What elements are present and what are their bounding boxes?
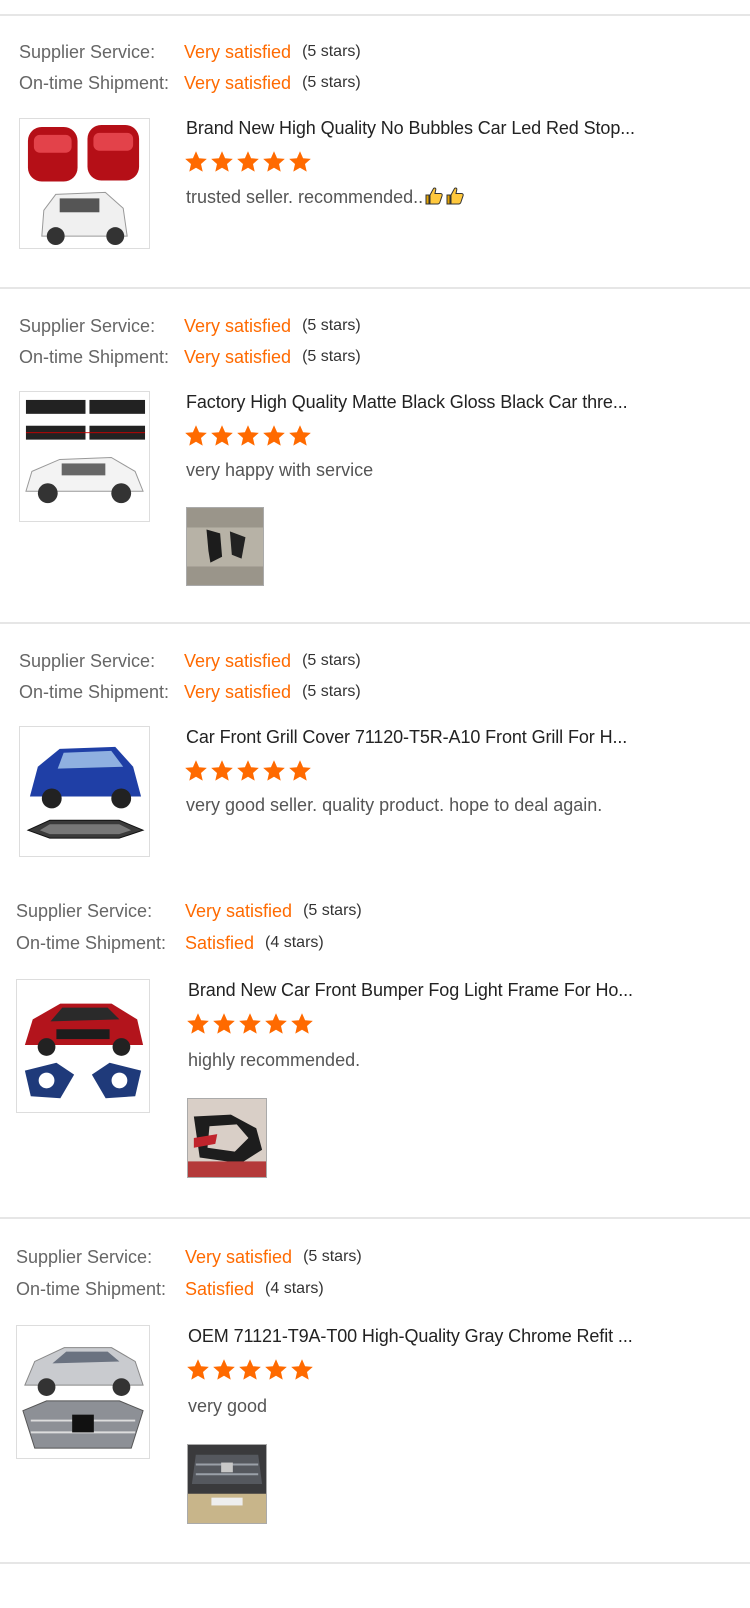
product-title[interactable]: Car Front Grill Cover 71120-T5R-A10 Fron…	[186, 727, 627, 748]
star-icon	[290, 1358, 314, 1382]
star-rating	[184, 759, 312, 785]
star-icon	[264, 1012, 288, 1036]
star-icon	[288, 150, 312, 174]
star-icon	[238, 1012, 262, 1036]
ontime-shipment-rating: On-time Shipment: Satisfied (4 stars)	[16, 928, 324, 958]
star-icon	[290, 1012, 314, 1036]
ontime-shipment-value: Very satisfied	[184, 681, 292, 702]
product-title[interactable]: Brand New Car Front Bumper Fog Light Fra…	[188, 980, 633, 1001]
supplier-service-value: Very satisfied	[184, 41, 292, 62]
star-icon	[210, 759, 234, 783]
ontime-shipment-rating: On-time Shipment: Very satisfied (5 star…	[19, 342, 361, 372]
divider	[0, 1217, 750, 1219]
supplier-service-label: Supplier Service:	[16, 1246, 153, 1267]
supplier-service-stars: (5 stars)	[303, 1248, 362, 1265]
star-icon	[264, 1358, 288, 1382]
supplier-service-value: Very satisfied	[185, 900, 293, 921]
product-thumbnail[interactable]	[16, 1325, 150, 1459]
review-comment: very good seller. quality product. hope …	[186, 795, 603, 815]
star-rating	[186, 1012, 314, 1038]
star-icon	[262, 759, 286, 783]
star-icon	[236, 759, 260, 783]
star-icon	[210, 150, 234, 174]
supplier-service-rating: Supplier Service: Very satisfied (5 star…	[16, 1242, 362, 1272]
star-rating	[186, 1358, 314, 1384]
star-icon	[238, 1358, 262, 1382]
supplier-service-value: Very satisfied	[184, 650, 292, 671]
supplier-service-stars: (5 stars)	[303, 902, 362, 919]
supplier-service-rating: Supplier Service: Very satisfied (5 star…	[19, 646, 361, 676]
ontime-shipment-value: Very satisfied	[184, 346, 292, 367]
product-title[interactable]: Factory High Quality Matte Black Gloss B…	[186, 392, 628, 413]
review-photo[interactable]	[187, 1444, 267, 1524]
ontime-shipment-value: Satisfied	[185, 932, 255, 953]
ontime-shipment-rating: On-time Shipment: Very satisfied (5 star…	[19, 677, 361, 707]
ontime-shipment-label: On-time Shipment:	[19, 346, 170, 367]
supplier-service-stars: (5 stars)	[302, 43, 361, 60]
review-comment: highly recommended.	[188, 1050, 361, 1070]
star-icon	[184, 424, 208, 448]
star-icon	[236, 150, 260, 174]
review-comment: very happy with service	[186, 460, 374, 480]
product-title[interactable]: Brand New High Quality No Bubbles Car Le…	[186, 118, 635, 139]
review-comment-text: trusted seller. recommended..	[186, 187, 424, 207]
star-icon	[184, 150, 208, 174]
ontime-shipment-stars: (4 stars)	[265, 1280, 324, 1297]
ontime-shipment-stars: (5 stars)	[302, 683, 361, 700]
product-thumbnail[interactable]	[19, 726, 150, 857]
supplier-service-value: Very satisfied	[184, 315, 292, 336]
divider	[0, 622, 750, 624]
ontime-shipment-value: Very satisfied	[184, 72, 292, 93]
supplier-service-label: Supplier Service:	[19, 315, 156, 336]
star-icon	[210, 424, 234, 448]
ontime-shipment-stars: (5 stars)	[302, 348, 361, 365]
thumbs-up-icon	[445, 186, 465, 206]
supplier-service-value: Very satisfied	[185, 1246, 293, 1267]
star-icon	[212, 1358, 236, 1382]
review-photo[interactable]	[187, 1098, 267, 1178]
ontime-shipment-stars: (5 stars)	[302, 74, 361, 91]
divider-bottom	[0, 1562, 750, 1564]
star-icon	[262, 150, 286, 174]
star-icon	[236, 424, 260, 448]
star-icon	[288, 424, 312, 448]
product-thumbnail[interactable]	[19, 391, 150, 522]
ontime-shipment-rating: On-time Shipment: Satisfied (4 stars)	[16, 1274, 324, 1304]
product-thumbnail[interactable]	[16, 979, 150, 1113]
supplier-service-rating: Supplier Service: Very satisfied (5 star…	[16, 896, 362, 926]
ontime-shipment-stars: (4 stars)	[265, 934, 324, 951]
supplier-service-rating: Supplier Service: Very satisfied (5 star…	[19, 37, 361, 67]
star-rating	[184, 150, 312, 176]
supplier-service-label: Supplier Service:	[19, 41, 156, 62]
ontime-shipment-label: On-time Shipment:	[19, 681, 170, 702]
star-icon	[262, 424, 286, 448]
review-comment: trusted seller. recommended..	[186, 186, 465, 208]
star-icon	[212, 1012, 236, 1036]
star-rating	[184, 424, 312, 450]
ontime-shipment-label: On-time Shipment:	[16, 1278, 167, 1299]
star-icon	[184, 759, 208, 783]
supplier-service-rating: Supplier Service: Very satisfied (5 star…	[19, 311, 361, 341]
supplier-service-stars: (5 stars)	[302, 652, 361, 669]
star-icon	[186, 1358, 210, 1382]
ontime-shipment-rating: On-time Shipment: Very satisfied (5 star…	[19, 68, 361, 98]
divider	[0, 287, 750, 289]
ontime-shipment-label: On-time Shipment:	[19, 72, 170, 93]
supplier-service-stars: (5 stars)	[302, 317, 361, 334]
star-icon	[186, 1012, 210, 1036]
product-thumbnail[interactable]	[19, 118, 150, 249]
product-title[interactable]: OEM 71121-T9A-T00 High-Quality Gray Chro…	[188, 1326, 633, 1347]
thumbs-up-icon	[424, 186, 444, 206]
supplier-service-label: Supplier Service:	[19, 650, 156, 671]
review-comment: very good	[188, 1396, 268, 1416]
ontime-shipment-label: On-time Shipment:	[16, 932, 167, 953]
ontime-shipment-value: Satisfied	[185, 1278, 255, 1299]
supplier-service-label: Supplier Service:	[16, 900, 153, 921]
divider-top	[0, 14, 750, 16]
star-icon	[288, 759, 312, 783]
review-photo[interactable]	[186, 507, 264, 586]
